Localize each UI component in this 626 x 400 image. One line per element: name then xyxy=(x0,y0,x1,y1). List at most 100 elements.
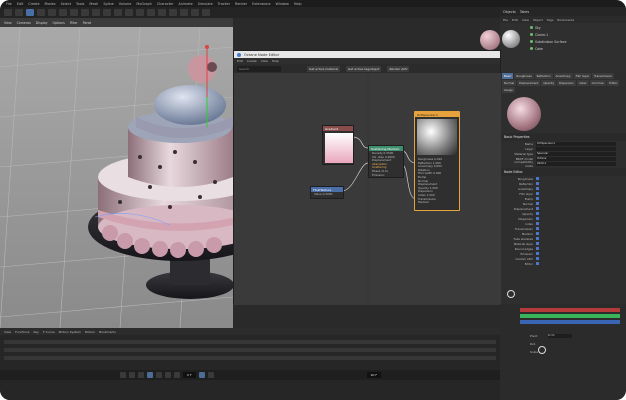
tree-item[interactable]: Cake xyxy=(530,45,626,52)
menu-simulate[interactable]: Simulate xyxy=(198,2,213,6)
name-field[interactable]: OctSpecular.1 xyxy=(536,141,616,146)
tab-film-layer[interactable]: Film layer xyxy=(573,73,592,79)
scale-tool-icon[interactable] xyxy=(37,9,45,16)
channel-checkbox[interactable] xyxy=(536,196,540,201)
node-search-input[interactable]: Search xyxy=(237,65,281,72)
layer-field[interactable] xyxy=(536,146,616,151)
channel-checkbox[interactable] xyxy=(536,226,540,231)
viewport-menu-panel[interactable]: Panel xyxy=(83,21,92,25)
tab-index[interactable]: Index xyxy=(576,80,589,86)
viewport-menu-view[interactable]: View xyxy=(4,21,12,25)
channel-checkbox[interactable] xyxy=(536,216,540,221)
visibility-dot-icon[interactable] xyxy=(530,40,533,43)
timeline-track[interactable] xyxy=(4,356,496,360)
menu-edit[interactable]: Edit xyxy=(17,2,24,6)
deformer-icon[interactable] xyxy=(169,9,177,16)
channel-checkbox[interactable] xyxy=(536,261,540,266)
viewport-menu-cameras[interactable]: Cameras xyxy=(17,21,31,25)
z-axis-icon[interactable] xyxy=(81,9,89,16)
channel-checkbox[interactable] xyxy=(536,251,540,256)
material-tag-icon[interactable] xyxy=(480,30,500,50)
timeline-menu-motion-system[interactable]: Motion System xyxy=(59,330,81,334)
menu-mograph[interactable]: MoGraph xyxy=(136,2,151,6)
coord-field[interactable]: 0 cm xyxy=(548,334,572,338)
tab-opacity[interactable]: Opacity xyxy=(541,80,557,86)
undo-icon[interactable] xyxy=(4,9,12,16)
channel-checkbox[interactable] xyxy=(536,206,540,211)
timeline-track[interactable] xyxy=(4,348,496,352)
visibility-dot-icon[interactable] xyxy=(530,33,533,36)
channel-checkbox[interactable] xyxy=(536,191,540,196)
tab-common[interactable]: Common xyxy=(589,80,607,86)
node-menu-create[interactable]: Create xyxy=(247,59,257,63)
menu-window[interactable]: Window xyxy=(275,2,288,6)
get-active-material-button[interactable]: Get active material xyxy=(307,65,340,72)
render-aov-button[interactable]: Render AOV xyxy=(387,65,410,72)
rotate-tool-icon[interactable] xyxy=(48,9,56,16)
objects-menu-object[interactable]: Object xyxy=(533,18,543,22)
objects-menu-file[interactable]: File xyxy=(503,18,508,22)
light-icon[interactable] xyxy=(202,9,210,16)
camera-icon[interactable] xyxy=(191,9,199,16)
3d-viewport[interactable] xyxy=(0,27,233,328)
channel-checkbox[interactable] xyxy=(536,231,540,236)
timeline-track[interactable] xyxy=(4,340,496,344)
next-frame-icon[interactable] xyxy=(156,372,162,378)
menu-create[interactable]: Create xyxy=(28,2,39,6)
visibility-dot-icon[interactable] xyxy=(530,26,533,29)
floattexture-node[interactable]: FloatTexture Value 0.2000 xyxy=(310,186,344,199)
tree-item[interactable]: Sky xyxy=(530,24,626,31)
record-icon[interactable] xyxy=(198,372,205,378)
node-editor-titlebar[interactable]: Octane Node Editor xyxy=(234,51,500,58)
channel-checkbox[interactable] xyxy=(536,181,540,186)
timeline-menu-fcurve[interactable]: F-Curve xyxy=(43,330,55,334)
get-active-tag-button[interactable]: Get active tag/object xyxy=(345,65,382,72)
channel-checkbox[interactable] xyxy=(536,241,540,246)
channel-checkbox[interactable] xyxy=(536,186,540,191)
menu-mesh[interactable]: Mesh xyxy=(89,2,98,6)
go-to-end-icon[interactable] xyxy=(174,372,180,378)
channel-checkbox[interactable] xyxy=(536,256,540,261)
channel-checkbox[interactable] xyxy=(536,221,540,226)
channel-checkbox[interactable] xyxy=(536,201,540,206)
objects-menu-bookmarks[interactable]: Bookmarks xyxy=(557,18,574,22)
viewport-menu-options[interactable]: Options xyxy=(53,21,65,25)
tree-item[interactable]: Subdivision Surface xyxy=(530,38,626,45)
brdf-model-select[interactable]: Octane xyxy=(536,156,616,161)
material-tag-icon[interactable] xyxy=(502,30,520,48)
timeline-menu-functions[interactable]: Functions xyxy=(15,330,29,334)
menu-render[interactable]: Render xyxy=(235,2,247,6)
prev-key-icon[interactable] xyxy=(129,372,135,378)
channel-checkbox[interactable] xyxy=(536,236,540,241)
menu-spline[interactable]: Spline xyxy=(103,2,113,6)
channel-checkbox[interactable] xyxy=(536,246,540,251)
render-icon[interactable] xyxy=(103,9,111,16)
menu-select[interactable]: Select xyxy=(61,2,71,6)
visibility-dot-icon[interactable] xyxy=(530,47,533,50)
scattering-node[interactable]: Scattering Medium Density 0.5500 Vol. st… xyxy=(368,145,404,178)
tab-transmission[interactable]: Transmission xyxy=(592,73,615,79)
viewport-menu-filter[interactable]: Filter xyxy=(70,21,78,25)
channel-checkbox[interactable] xyxy=(536,211,540,216)
viewport-menu-display[interactable]: Display xyxy=(36,21,48,25)
menu-character[interactable]: Character xyxy=(157,2,174,6)
render-settings-icon[interactable] xyxy=(114,9,122,16)
move-tool-icon[interactable] xyxy=(26,9,34,16)
spline-pen-icon[interactable] xyxy=(136,9,144,16)
objects-menu-tags[interactable]: Tags xyxy=(547,18,554,22)
tab-dispersion[interactable]: Dispersion xyxy=(557,80,576,86)
material-type-select[interactable]: Specular xyxy=(536,151,616,156)
tab-takes[interactable]: Takes xyxy=(520,10,529,14)
node-menu-help[interactable]: Help xyxy=(272,59,279,63)
play-icon[interactable] xyxy=(147,372,153,378)
timeline-menu-bookmarks[interactable]: Bookmarks xyxy=(99,330,116,334)
gradient-node[interactable]: Gradient xyxy=(322,125,354,165)
objects-menu-view[interactable]: View xyxy=(522,18,529,22)
menu-tracker[interactable]: Tracker xyxy=(218,2,230,6)
menu-help[interactable]: Help xyxy=(294,2,302,6)
tab-roughness[interactable]: Roughness xyxy=(514,73,534,79)
y-axis-icon[interactable] xyxy=(70,9,78,16)
cube-icon[interactable] xyxy=(125,9,133,16)
redo-icon[interactable] xyxy=(15,9,23,16)
prev-frame-icon[interactable] xyxy=(138,372,144,378)
